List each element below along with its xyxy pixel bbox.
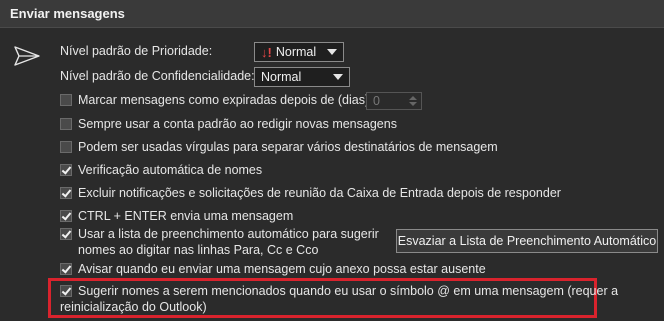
ctrl-enter-checkbox[interactable]: [60, 210, 72, 222]
auto-name-check-label: Verificação automática de nomes: [78, 163, 263, 177]
chevron-down-icon: [327, 49, 337, 55]
chevron-down-icon: [333, 74, 343, 80]
clear-autocomplete-button[interactable]: Esvaziar a Lista de Preenchimento Automá…: [396, 229, 658, 253]
autocomplete-list-label-line2: nomes ao digitar nas linhas Para, Cc e C…: [78, 243, 319, 257]
suggest-mentions-checkbox[interactable]: [60, 285, 72, 297]
missing-attachment-label: Avisar quando eu enviar uma mensagem cuj…: [78, 262, 486, 276]
suggest-mentions-label-line2: reinicialização do Outlook): [60, 300, 207, 314]
delete-meeting-requests-checkbox[interactable]: [60, 187, 72, 199]
ctrl-enter-label: CTRL + ENTER envia uma mensagem: [78, 209, 294, 223]
priority-high-icon: ↓!: [261, 44, 272, 60]
suggest-mentions-label-line1: Sugerir nomes a serem mencionados quando…: [78, 284, 619, 298]
delete-meeting-requests-label: Excluir notificações e solicitações de r…: [78, 186, 561, 200]
comma-separator-label: Podem ser usadas vírgulas para separar v…: [78, 140, 498, 154]
default-account-checkbox[interactable]: [60, 118, 72, 130]
auto-name-check-checkbox[interactable]: [60, 164, 72, 176]
priority-value: Normal: [275, 45, 317, 59]
autocomplete-list-checkbox[interactable]: [60, 228, 72, 240]
send-icon: [14, 46, 40, 66]
confidentiality-dropdown[interactable]: Normal: [254, 67, 350, 87]
stepper-up-icon[interactable]: [409, 96, 417, 100]
default-account-label: Sempre usar a conta padrão ao redigir no…: [78, 117, 397, 131]
autocomplete-list-label-line1: Usar a lista de preenchimento automático…: [78, 227, 379, 241]
expire-days-value: 0: [373, 94, 380, 108]
confidentiality-value: Normal: [261, 70, 302, 84]
missing-attachment-checkbox[interactable]: [60, 263, 72, 275]
stepper-down-icon[interactable]: [409, 102, 417, 106]
expire-days-stepper[interactable]: 0: [366, 92, 422, 110]
expire-label: Marcar mensagens como expiradas depois d…: [78, 93, 373, 107]
comma-separator-checkbox[interactable]: [60, 141, 72, 153]
priority-dropdown[interactable]: ↓! Normal: [254, 42, 344, 62]
confidentiality-label: Nível padrão de Confidencialidade:: [60, 69, 255, 83]
expire-checkbox[interactable]: [60, 94, 72, 106]
section-header: Enviar mensagens: [0, 0, 664, 28]
section-title: Enviar mensagens: [10, 6, 125, 21]
priority-label: Nível padrão de Prioridade:: [60, 44, 213, 58]
